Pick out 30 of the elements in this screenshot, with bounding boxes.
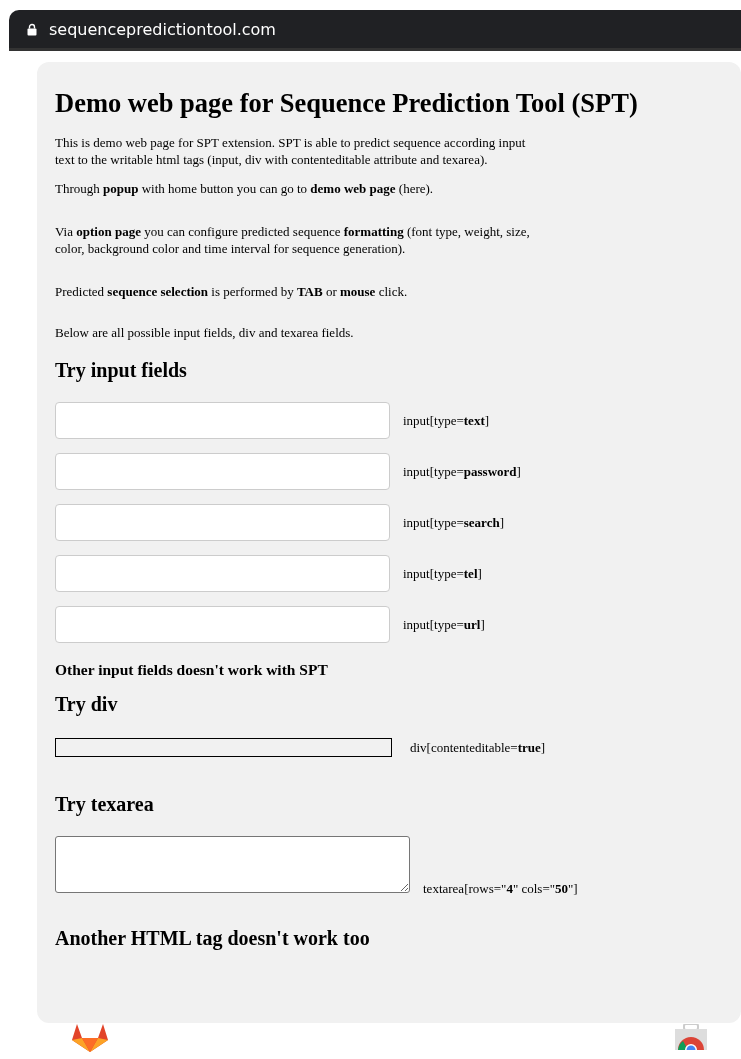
textarea-field[interactable] bbox=[55, 836, 410, 893]
paragraph: Via option page you can configure predicted sequence formatting (font type, weight, size, color, background color and time interval for sequence generation). bbox=[55, 223, 531, 257]
field-label: textarea[rows="4" cols="50"] bbox=[423, 881, 578, 897]
page-title: Demo web page for Sequence Prediction Tool (SPT) bbox=[55, 88, 639, 119]
input-field[interactable] bbox=[55, 606, 390, 643]
field-label: input[type=search] bbox=[403, 514, 504, 531]
input-field[interactable] bbox=[55, 555, 390, 592]
paragraph: This is demo web page for SPT extension. SPT is able to predict sequence according input text to the writable html tags (input, div with contenteditable attribute and texarea). bbox=[55, 134, 527, 168]
input-field[interactable] bbox=[55, 453, 390, 490]
fox-head-icon bbox=[72, 1024, 108, 1052]
field-label: input[type=text] bbox=[403, 412, 490, 429]
shopping-bag-icon bbox=[675, 1024, 707, 1050]
address-bar[interactable]: sequencepredictiontool.com bbox=[9, 10, 741, 51]
url-text: sequencepredictiontool.com bbox=[49, 19, 276, 39]
editable-div-field[interactable] bbox=[55, 738, 392, 757]
input-field[interactable] bbox=[55, 402, 390, 439]
field-label: div[contenteditable=true] bbox=[410, 739, 546, 756]
field-label: input[type=password] bbox=[403, 463, 521, 480]
section-heading: Try input fields bbox=[55, 359, 188, 382]
lock-icon bbox=[27, 22, 37, 36]
section-heading: Try div bbox=[55, 693, 119, 716]
field-label: input[type=tel] bbox=[403, 565, 482, 582]
field-label: input[type=url] bbox=[403, 616, 485, 633]
section-heading: Try texarea bbox=[55, 793, 155, 816]
paragraph: Predicted sequence selection is performed by TAB or mouse click. bbox=[55, 283, 409, 300]
input-field[interactable] bbox=[55, 504, 390, 541]
paragraph: Below are all possible input fields, div and texarea fields. bbox=[55, 324, 355, 341]
section-heading: Another HTML tag doesn't work too bbox=[55, 927, 371, 950]
note-text: Other input fields doesn't work with SPT bbox=[55, 661, 329, 679]
paragraph: Through popup with home button you can go to demo web page (here). bbox=[55, 180, 435, 197]
